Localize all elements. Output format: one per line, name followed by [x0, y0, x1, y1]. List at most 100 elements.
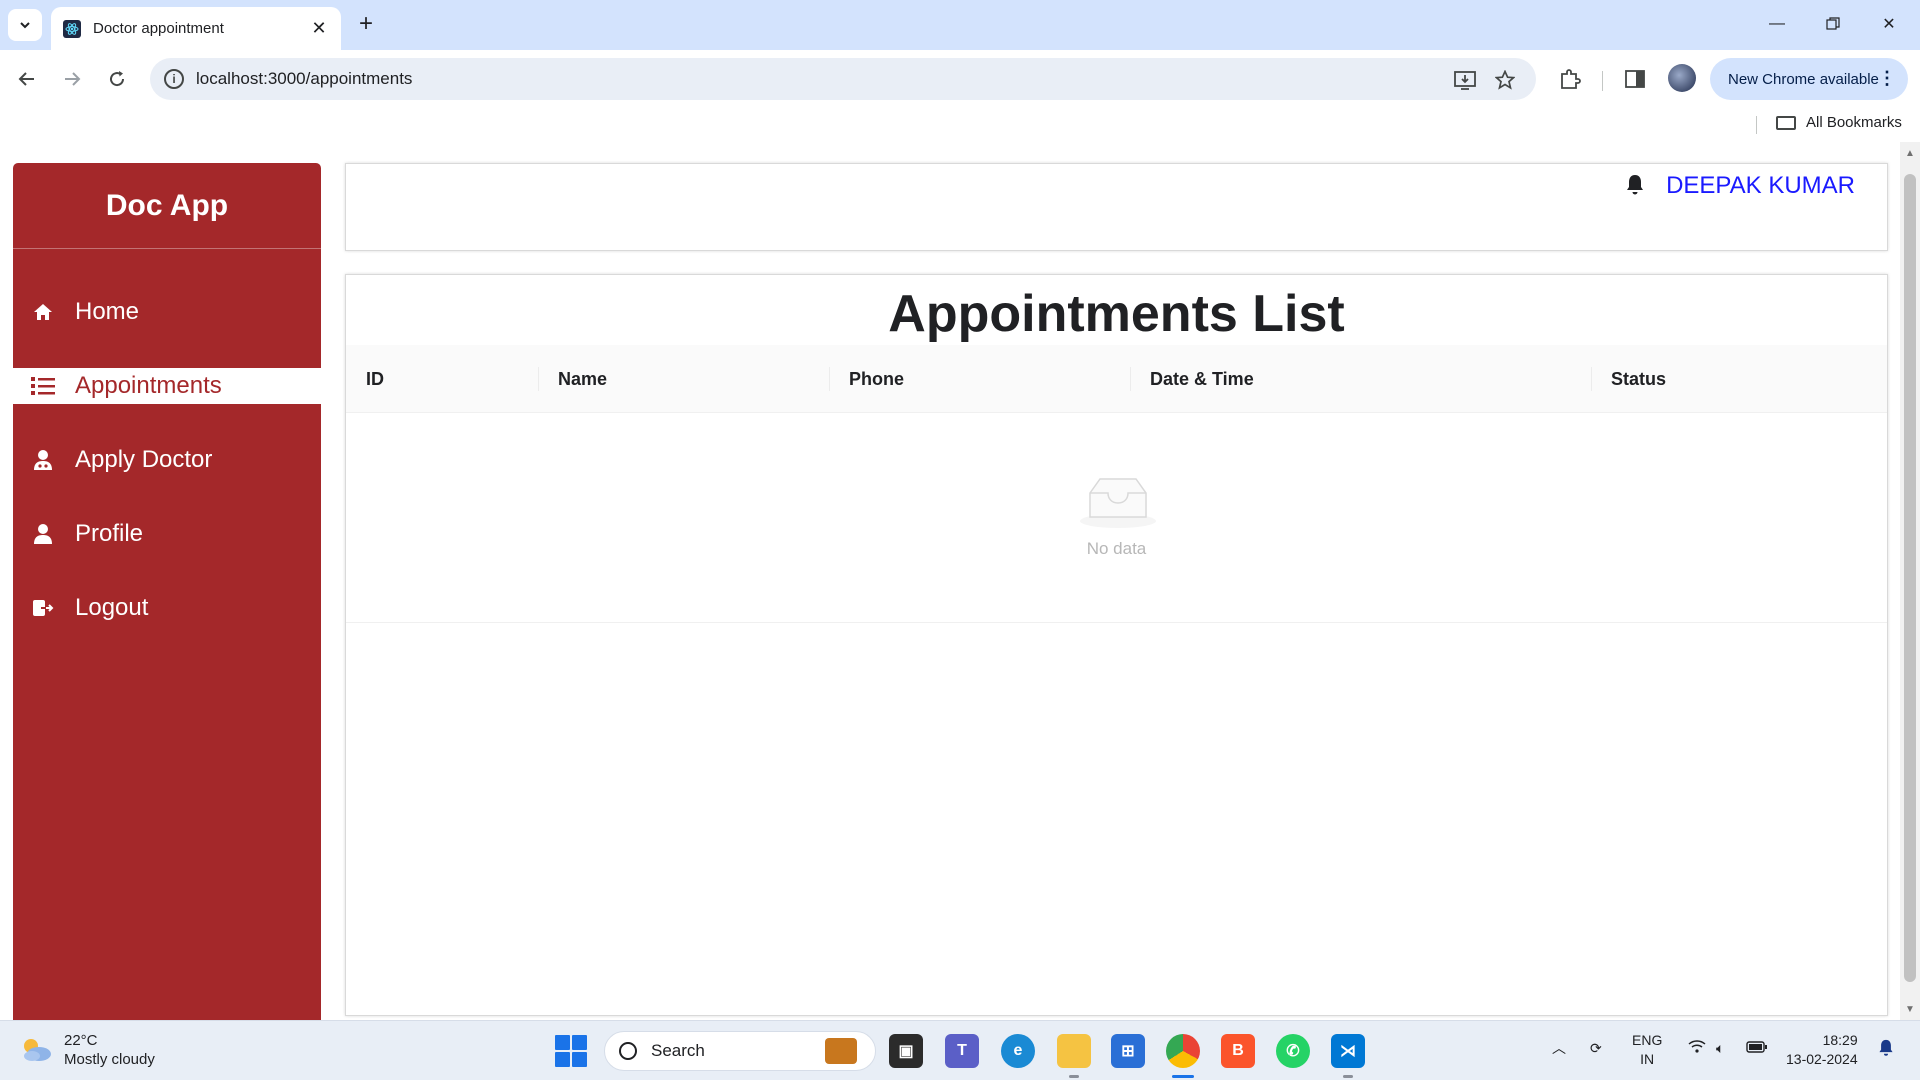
task-view-icon[interactable]: ▣ [889, 1034, 923, 1068]
battery-icon[interactable] [1746, 1039, 1768, 1058]
clock-time: 18:29 [1822, 1032, 1858, 1048]
sidebar-menu: Home Appointments Apply Doctor Profile L… [13, 294, 321, 626]
search-icon [619, 1042, 637, 1060]
weather-widget[interactable]: 22°C Mostly cloudy [20, 1031, 155, 1069]
tab-title: Doctor appointment [93, 20, 224, 37]
windows-start-button[interactable] [555, 1035, 587, 1067]
sync-icon[interactable]: ⟳ [1590, 1039, 1602, 1058]
tab-search-button[interactable] [8, 9, 42, 41]
show-hidden-icons-chevron-icon[interactable]: ︿ [1552, 1039, 1566, 1058]
app-running-indicator [1069, 1075, 1079, 1078]
column-header-id: ID [366, 369, 384, 389]
empty-inbox-icon [1078, 471, 1158, 531]
weather-temperature: 22°C [64, 1032, 98, 1049]
web-page: Doc App Home Appointments Apply Doctor P… [0, 142, 1900, 1020]
close-window-button[interactable]: ✕ [1866, 8, 1912, 40]
scroll-down-icon[interactable]: ▼ [1905, 1004, 1915, 1015]
minimize-button[interactable]: — [1754, 8, 1800, 40]
volume-icon[interactable]: 🔈︎ [1716, 1039, 1724, 1058]
app-header: DEEPAK KUMAR [345, 163, 1888, 251]
page-scrollbar[interactable]: ▲ ▼ [1900, 142, 1920, 1020]
briefcase-icon [825, 1038, 857, 1064]
toolbar-divider [1602, 71, 1603, 91]
edge-icon[interactable]: e [1001, 1034, 1035, 1068]
back-button[interactable] [10, 62, 44, 96]
scrollbar-thumb[interactable] [1904, 174, 1916, 982]
sidebar-item-label: Logout [75, 594, 149, 621]
sidebar-item-label: Home [75, 298, 140, 325]
column-header-name: Name [558, 369, 608, 389]
chrome-icon[interactable] [1166, 1034, 1200, 1068]
sidebar: Doc App Home Appointments Apply Doctor P… [13, 163, 321, 1020]
reload-button[interactable] [100, 62, 134, 96]
weather-description: Mostly cloudy [64, 1051, 155, 1068]
sidebar-item-label: Apply Doctor [75, 446, 213, 473]
all-bookmarks-label: All Bookmarks [1806, 114, 1902, 131]
clock[interactable]: 18:29 13-02-2024 [1786, 1031, 1858, 1069]
doctor-icon [31, 448, 55, 472]
whatsapp-icon[interactable]: ✆ [1276, 1034, 1310, 1068]
microsoft-store-icon[interactable]: ⊞ [1111, 1034, 1145, 1068]
teams-icon[interactable]: T [945, 1034, 979, 1068]
notification-bell-icon[interactable] [1878, 1039, 1894, 1062]
side-panel-icon[interactable] [1618, 62, 1652, 96]
more-menu-icon[interactable]: ⋮ [1878, 68, 1896, 89]
sidebar-item-label: Profile [75, 520, 144, 547]
sidebar-item-apply-doctor[interactable]: Apply Doctor [13, 442, 321, 478]
arrow-left-icon [18, 72, 34, 86]
profile-avatar[interactable] [1668, 64, 1696, 92]
wifi-icon[interactable] [1688, 1039, 1706, 1058]
all-bookmarks-button[interactable]: All Bookmarks [1776, 114, 1902, 131]
sidebar-item-home[interactable]: Home [13, 294, 321, 330]
app-logo: Doc App [13, 163, 321, 249]
appointments-panel: Appointments List ID Name Phone Date & T… [345, 274, 1888, 1016]
reload-icon [110, 71, 125, 87]
column-header-status: Status [1611, 369, 1667, 389]
bookmarks-bar: All Bookmarks [0, 108, 1920, 142]
bookmarks-divider [1756, 116, 1757, 134]
table-header: ID Name Phone Date & Time Status [346, 345, 1887, 413]
bookmark-star-icon[interactable] [1492, 67, 1518, 93]
logout-icon [31, 596, 55, 620]
browser-toolbar: i localhost:3000/appointments New Chrome… [0, 50, 1920, 108]
language-indicator[interactable]: ENG IN [1632, 1031, 1662, 1069]
scroll-up-icon[interactable]: ▲ [1905, 148, 1915, 159]
page-title: Appointments List [888, 285, 1345, 343]
react-favicon-icon [63, 19, 81, 38]
restore-button[interactable] [1810, 8, 1856, 40]
tab-close-icon[interactable]: ✕ [309, 18, 329, 39]
home-icon [31, 300, 55, 324]
sidebar-item-label: Appointments [75, 372, 222, 399]
column-header-phone: Phone [849, 369, 905, 389]
address-bar[interactable]: i localhost:3000/appointments [150, 58, 1536, 100]
list-icon [31, 374, 55, 398]
cloudy-weather-icon [20, 1037, 52, 1063]
restore-icon [1826, 17, 1840, 30]
new-tab-button[interactable]: + [352, 10, 380, 38]
new-chrome-label: New Chrome available [1728, 70, 1879, 88]
vscode-icon[interactable]: ⋊ [1331, 1034, 1365, 1068]
sidebar-item-appointments[interactable]: Appointments [13, 368, 321, 404]
app-running-indicator [1343, 1075, 1353, 1078]
column-header-date-time: Date & Time [1150, 369, 1254, 389]
new-chrome-available-button[interactable]: New Chrome available ⋮ [1710, 58, 1908, 100]
folder-icon [1776, 115, 1796, 130]
sidebar-item-logout[interactable]: Logout [13, 590, 321, 626]
taskbar-search[interactable]: Search [604, 1031, 876, 1071]
bell-icon[interactable] [1626, 174, 1648, 198]
user-name-link[interactable]: DEEPAK KUMAR [1666, 172, 1855, 200]
chevron-down-icon [20, 22, 30, 29]
file-explorer-icon[interactable] [1057, 1034, 1091, 1068]
extensions-icon[interactable] [1553, 62, 1587, 96]
sidebar-item-profile[interactable]: Profile [13, 516, 321, 552]
taskbar-search-placeholder: Search [651, 1041, 705, 1060]
brave-icon[interactable]: B [1221, 1034, 1255, 1068]
browser-tab[interactable]: Doctor appointment ✕ [51, 7, 341, 50]
site-info-icon[interactable]: i [164, 69, 184, 89]
url-text[interactable]: localhost:3000/appointments [196, 69, 412, 89]
tab-strip: Doctor appointment ✕ + — ✕ [0, 0, 1920, 50]
empty-state: No data [346, 413, 1887, 623]
forward-button[interactable] [55, 62, 89, 96]
arrow-right-icon [65, 72, 81, 86]
install-app-icon[interactable] [1452, 67, 1478, 93]
